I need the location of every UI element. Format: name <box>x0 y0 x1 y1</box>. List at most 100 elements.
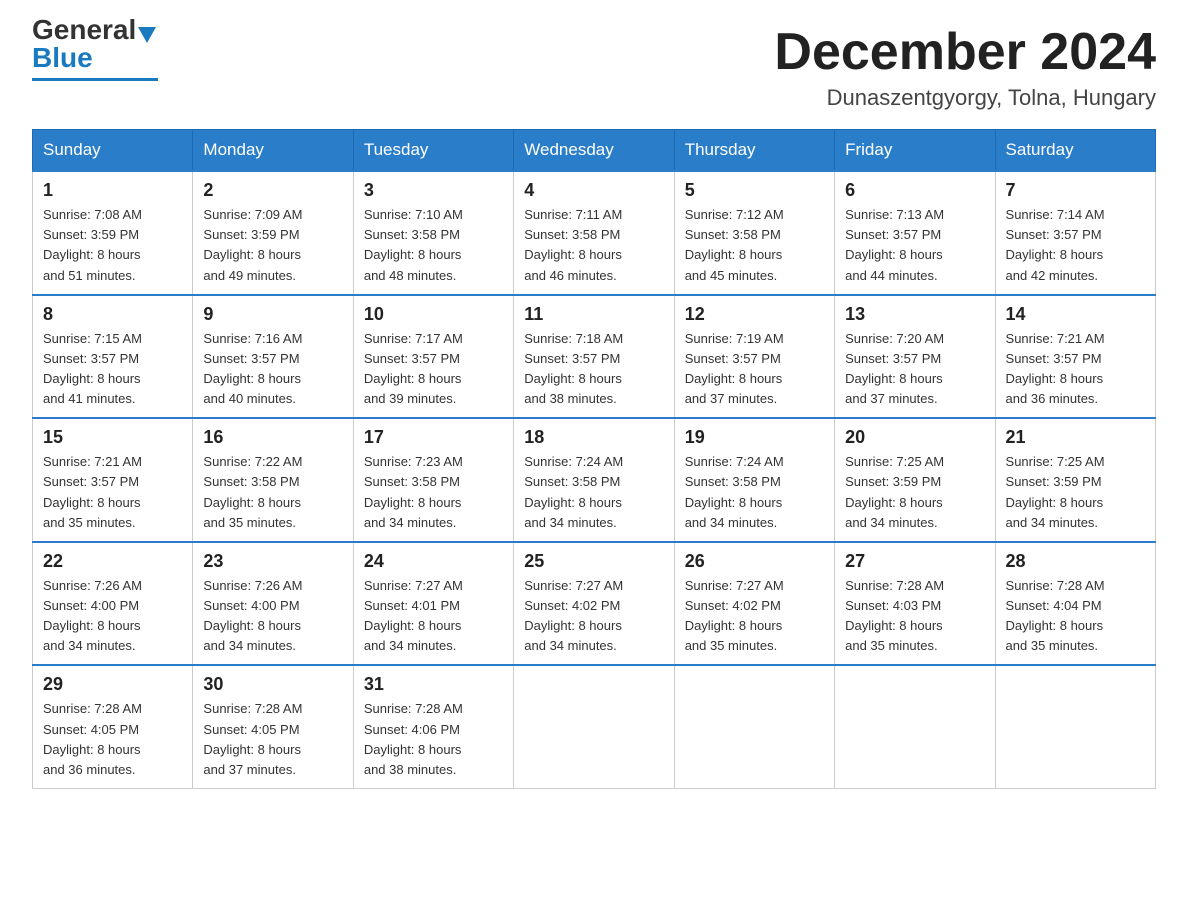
day-number: 31 <box>364 674 503 695</box>
calendar-cell <box>674 665 834 788</box>
day-info: Sunrise: 7:26 AM Sunset: 4:00 PM Dayligh… <box>203 576 342 657</box>
calendar-cell: 13 Sunrise: 7:20 AM Sunset: 3:57 PM Dayl… <box>835 295 995 419</box>
calendar-cell: 10 Sunrise: 7:17 AM Sunset: 3:57 PM Dayl… <box>353 295 513 419</box>
day-info: Sunrise: 7:10 AM Sunset: 3:58 PM Dayligh… <box>364 205 503 286</box>
calendar-cell: 22 Sunrise: 7:26 AM Sunset: 4:00 PM Dayl… <box>33 542 193 666</box>
day-number: 11 <box>524 304 663 325</box>
day-number: 26 <box>685 551 824 572</box>
calendar-cell: 15 Sunrise: 7:21 AM Sunset: 3:57 PM Dayl… <box>33 418 193 542</box>
header-thursday: Thursday <box>674 130 834 172</box>
calendar-cell: 1 Sunrise: 7:08 AM Sunset: 3:59 PM Dayli… <box>33 171 193 295</box>
calendar-cell: 21 Sunrise: 7:25 AM Sunset: 3:59 PM Dayl… <box>995 418 1155 542</box>
header-sunday: Sunday <box>33 130 193 172</box>
day-number: 13 <box>845 304 984 325</box>
day-info: Sunrise: 7:28 AM Sunset: 4:06 PM Dayligh… <box>364 699 503 780</box>
day-info: Sunrise: 7:21 AM Sunset: 3:57 PM Dayligh… <box>1006 329 1145 410</box>
day-info: Sunrise: 7:25 AM Sunset: 3:59 PM Dayligh… <box>1006 452 1145 533</box>
day-info: Sunrise: 7:22 AM Sunset: 3:58 PM Dayligh… <box>203 452 342 533</box>
day-number: 18 <box>524 427 663 448</box>
day-info: Sunrise: 7:09 AM Sunset: 3:59 PM Dayligh… <box>203 205 342 286</box>
day-number: 12 <box>685 304 824 325</box>
day-info: Sunrise: 7:19 AM Sunset: 3:57 PM Dayligh… <box>685 329 824 410</box>
day-number: 24 <box>364 551 503 572</box>
day-info: Sunrise: 7:08 AM Sunset: 3:59 PM Dayligh… <box>43 205 182 286</box>
week-row-2: 8 Sunrise: 7:15 AM Sunset: 3:57 PM Dayli… <box>33 295 1156 419</box>
month-title: December 2024 <box>774 24 1156 81</box>
calendar-cell: 7 Sunrise: 7:14 AM Sunset: 3:57 PM Dayli… <box>995 171 1155 295</box>
day-number: 1 <box>43 180 182 201</box>
day-info: Sunrise: 7:24 AM Sunset: 3:58 PM Dayligh… <box>524 452 663 533</box>
day-info: Sunrise: 7:27 AM Sunset: 4:02 PM Dayligh… <box>524 576 663 657</box>
calendar-cell: 12 Sunrise: 7:19 AM Sunset: 3:57 PM Dayl… <box>674 295 834 419</box>
calendar-cell <box>835 665 995 788</box>
logo: General General Blue <box>32 24 158 81</box>
day-number: 30 <box>203 674 342 695</box>
calendar-cell: 19 Sunrise: 7:24 AM Sunset: 3:58 PM Dayl… <box>674 418 834 542</box>
calendar-cell: 5 Sunrise: 7:12 AM Sunset: 3:58 PM Dayli… <box>674 171 834 295</box>
calendar-cell <box>995 665 1155 788</box>
calendar-cell: 9 Sunrise: 7:16 AM Sunset: 3:57 PM Dayli… <box>193 295 353 419</box>
logo-arrow-icon <box>138 27 156 43</box>
week-row-3: 15 Sunrise: 7:21 AM Sunset: 3:57 PM Dayl… <box>33 418 1156 542</box>
day-info: Sunrise: 7:11 AM Sunset: 3:58 PM Dayligh… <box>524 205 663 286</box>
calendar-cell: 2 Sunrise: 7:09 AM Sunset: 3:59 PM Dayli… <box>193 171 353 295</box>
day-info: Sunrise: 7:20 AM Sunset: 3:57 PM Dayligh… <box>845 329 984 410</box>
day-info: Sunrise: 7:28 AM Sunset: 4:04 PM Dayligh… <box>1006 576 1145 657</box>
calendar-table: Sunday Monday Tuesday Wednesday Thursday… <box>32 129 1156 789</box>
page-header: General General Blue December 2024 Dunas… <box>32 24 1156 111</box>
day-number: 20 <box>845 427 984 448</box>
calendar-cell: 14 Sunrise: 7:21 AM Sunset: 3:57 PM Dayl… <box>995 295 1155 419</box>
day-info: Sunrise: 7:27 AM Sunset: 4:02 PM Dayligh… <box>685 576 824 657</box>
calendar-cell: 16 Sunrise: 7:22 AM Sunset: 3:58 PM Dayl… <box>193 418 353 542</box>
day-info: Sunrise: 7:15 AM Sunset: 3:57 PM Dayligh… <box>43 329 182 410</box>
day-number: 19 <box>685 427 824 448</box>
title-area: December 2024 Dunaszentgyorgy, Tolna, Hu… <box>774 24 1156 111</box>
day-number: 25 <box>524 551 663 572</box>
header-monday: Monday <box>193 130 353 172</box>
calendar-cell: 4 Sunrise: 7:11 AM Sunset: 3:58 PM Dayli… <box>514 171 674 295</box>
day-number: 9 <box>203 304 342 325</box>
day-info: Sunrise: 7:21 AM Sunset: 3:57 PM Dayligh… <box>43 452 182 533</box>
day-info: Sunrise: 7:17 AM Sunset: 3:57 PM Dayligh… <box>364 329 503 410</box>
day-number: 4 <box>524 180 663 201</box>
day-number: 6 <box>845 180 984 201</box>
day-info: Sunrise: 7:23 AM Sunset: 3:58 PM Dayligh… <box>364 452 503 533</box>
calendar-cell: 29 Sunrise: 7:28 AM Sunset: 4:05 PM Dayl… <box>33 665 193 788</box>
header-friday: Friday <box>835 130 995 172</box>
calendar-cell: 24 Sunrise: 7:27 AM Sunset: 4:01 PM Dayl… <box>353 542 513 666</box>
calendar-cell: 30 Sunrise: 7:28 AM Sunset: 4:05 PM Dayl… <box>193 665 353 788</box>
day-number: 23 <box>203 551 342 572</box>
day-info: Sunrise: 7:28 AM Sunset: 4:05 PM Dayligh… <box>43 699 182 780</box>
calendar-cell: 11 Sunrise: 7:18 AM Sunset: 3:57 PM Dayl… <box>514 295 674 419</box>
day-info: Sunrise: 7:14 AM Sunset: 3:57 PM Dayligh… <box>1006 205 1145 286</box>
weekday-header-row: Sunday Monday Tuesday Wednesday Thursday… <box>33 130 1156 172</box>
day-info: Sunrise: 7:24 AM Sunset: 3:58 PM Dayligh… <box>685 452 824 533</box>
day-number: 10 <box>364 304 503 325</box>
day-info: Sunrise: 7:16 AM Sunset: 3:57 PM Dayligh… <box>203 329 342 410</box>
day-info: Sunrise: 7:25 AM Sunset: 3:59 PM Dayligh… <box>845 452 984 533</box>
day-info: Sunrise: 7:12 AM Sunset: 3:58 PM Dayligh… <box>685 205 824 286</box>
location-title: Dunaszentgyorgy, Tolna, Hungary <box>774 85 1156 111</box>
header-tuesday: Tuesday <box>353 130 513 172</box>
calendar-cell: 28 Sunrise: 7:28 AM Sunset: 4:04 PM Dayl… <box>995 542 1155 666</box>
day-info: Sunrise: 7:26 AM Sunset: 4:00 PM Dayligh… <box>43 576 182 657</box>
day-number: 8 <box>43 304 182 325</box>
calendar-cell: 3 Sunrise: 7:10 AM Sunset: 3:58 PM Dayli… <box>353 171 513 295</box>
day-number: 15 <box>43 427 182 448</box>
day-number: 3 <box>364 180 503 201</box>
day-number: 22 <box>43 551 182 572</box>
day-info: Sunrise: 7:28 AM Sunset: 4:03 PM Dayligh… <box>845 576 984 657</box>
day-info: Sunrise: 7:18 AM Sunset: 3:57 PM Dayligh… <box>524 329 663 410</box>
calendar-cell: 20 Sunrise: 7:25 AM Sunset: 3:59 PM Dayl… <box>835 418 995 542</box>
day-info: Sunrise: 7:27 AM Sunset: 4:01 PM Dayligh… <box>364 576 503 657</box>
day-info: Sunrise: 7:13 AM Sunset: 3:57 PM Dayligh… <box>845 205 984 286</box>
day-number: 21 <box>1006 427 1145 448</box>
calendar-cell: 26 Sunrise: 7:27 AM Sunset: 4:02 PM Dayl… <box>674 542 834 666</box>
header-wednesday: Wednesday <box>514 130 674 172</box>
logo-blue-text: Blue <box>32 42 93 74</box>
day-number: 16 <box>203 427 342 448</box>
day-number: 2 <box>203 180 342 201</box>
week-row-4: 22 Sunrise: 7:26 AM Sunset: 4:00 PM Dayl… <box>33 542 1156 666</box>
day-number: 5 <box>685 180 824 201</box>
calendar-cell: 27 Sunrise: 7:28 AM Sunset: 4:03 PM Dayl… <box>835 542 995 666</box>
